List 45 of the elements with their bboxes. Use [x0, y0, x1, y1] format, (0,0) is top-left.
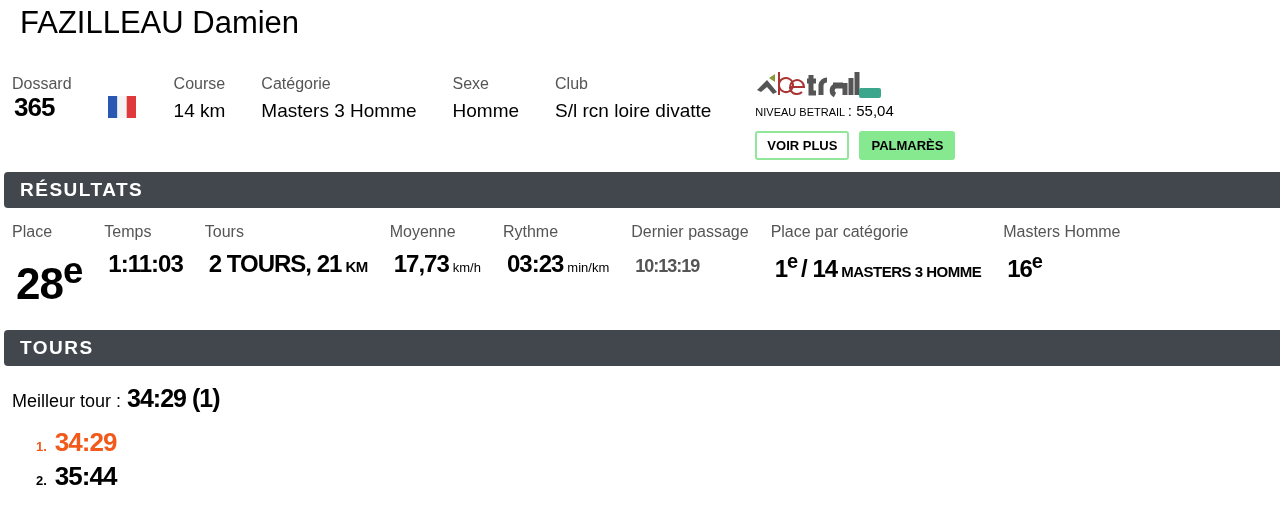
info-value: Homme [452, 99, 520, 123]
stat-unit: KM [345, 258, 368, 275]
lap-number: 1. [36, 439, 47, 454]
stat-label: Rythme [502, 222, 560, 242]
stat-label: Dernier passage [631, 222, 749, 242]
stat-unit: MASTERS 3 HOMME [841, 263, 982, 280]
info-label: Catégorie [261, 74, 332, 94]
best-lap-value: 34:29 (1) [127, 384, 220, 413]
lap-time: 35:44 [54, 461, 117, 492]
flag-icon [107, 96, 136, 118]
info-value: 14 km [173, 99, 226, 123]
stat-value: 1$^{e}$ [774, 250, 798, 283]
info-label: Course [173, 74, 226, 94]
info-value: 365 [13, 94, 56, 120]
stat-label: Moyenne [389, 222, 457, 242]
stat-label: Place [12, 222, 54, 242]
stat-value: 17,73 [393, 250, 449, 278]
lap-time: 34:29 [54, 427, 117, 458]
section-header: RÉSULTATS [4, 172, 1280, 208]
lap-number: 2. [36, 473, 47, 488]
stat-value: 28$^{e}$ [16, 250, 83, 309]
stat-total: / 14 [801, 255, 838, 283]
info-label: Club [555, 74, 589, 94]
info-label: Dossard [12, 74, 72, 94]
info-label: Sexe [452, 74, 490, 94]
stat-unit: min/km [567, 260, 610, 275]
info-value: S/l rcn loire divatte [555, 99, 712, 123]
stat-value: 10:13:19 [635, 255, 700, 277]
more-button[interactable]: VOIR PLUS [755, 131, 850, 160]
stat-value: 03:23 [506, 250, 564, 278]
betrail-level-value: : 55,04 [847, 102, 894, 119]
best-lap-label: Meilleur tour : [12, 391, 122, 412]
stat-label: Masters Homme [1003, 222, 1121, 242]
stat-unit: km/h [452, 260, 481, 275]
stat-label: Place par catégorie [770, 222, 910, 242]
betrail-level-label: NIVEAU BETRAIL [755, 106, 845, 118]
stat-value: 2 TOURS, 21 [208, 250, 342, 278]
stat-label: Temps [104, 222, 153, 242]
stat-label: Tours [204, 222, 245, 242]
info-value: Masters 3 Homme [261, 99, 417, 123]
section-header: TOURS [4, 330, 1280, 366]
stat-value: 1:11:03 [108, 250, 183, 278]
palmares-button[interactable]: PALMARÈS [859, 131, 956, 160]
athlete-name: FAZILLEAU Damien [19, 4, 301, 42]
stat-value: 16$^{e}$ [1007, 250, 1042, 283]
